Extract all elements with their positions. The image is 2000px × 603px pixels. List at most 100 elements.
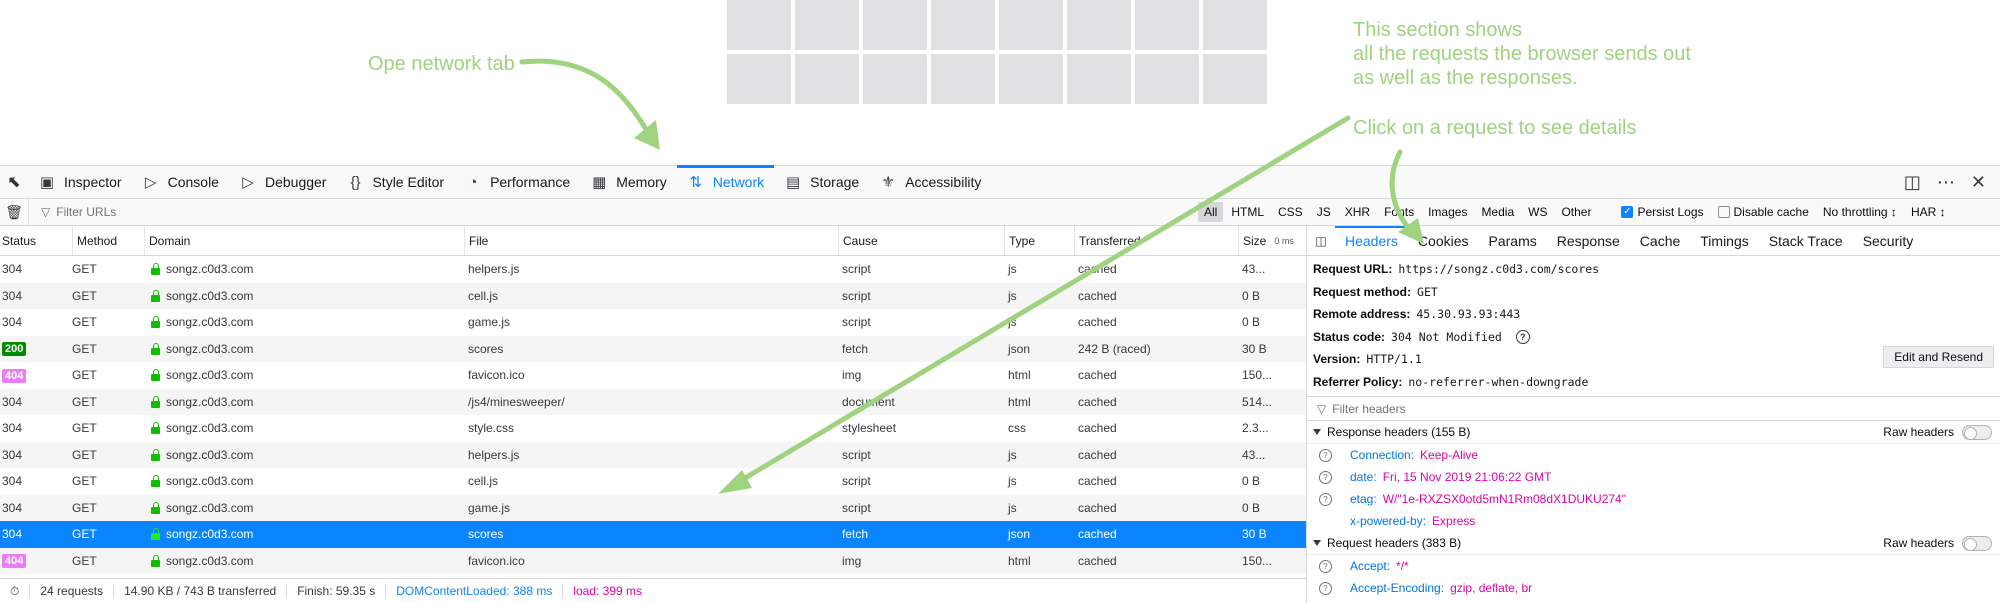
details-tab-cookies[interactable]: Cookies: [1408, 226, 1479, 255]
col-method[interactable]: Method: [72, 226, 144, 255]
tab-storage[interactable]: ▤ Storage: [774, 166, 869, 198]
status-cell: 304: [0, 289, 72, 303]
details-tab-stack-trace[interactable]: Stack Trace: [1759, 226, 1853, 255]
details-tab-cache[interactable]: Cache: [1630, 226, 1690, 255]
responsive-mode-icon[interactable]: ◫: [1904, 172, 1921, 193]
table-row[interactable]: 304 GET songz.c0d3.com cell.js script js cache…: [0, 282, 1306, 309]
table-row[interactable]: 304 GET songz.c0d3.com game.js script js cache…: [0, 309, 1306, 336]
table-row[interactable]: 304 GET songz.c0d3.com cell.js script js cache…: [0, 468, 1306, 495]
header-row[interactable]: ? etag: W/"1e-RXZSX0otd5mN1Rm08dX1DUKU274": [1307, 488, 2000, 510]
file-cell: cell.js: [468, 288, 499, 303]
type-filter-buttons: All HTML CSS JS XHR Fonts Images Media W…: [1198, 202, 1597, 222]
table-row[interactable]: 304 GET songz.c0d3.com style.css stylesheet c…: [0, 415, 1306, 442]
raw-headers-toggle[interactable]: [1962, 535, 1992, 551]
tab-inspector[interactable]: ▣ Inspector: [28, 166, 132, 198]
tab-label: Debugger: [264, 174, 327, 190]
element-picker-icon[interactable]: ⬉: [0, 166, 28, 198]
header-row[interactable]: ? Accept: */*: [1307, 555, 2000, 577]
details-tab-security[interactable]: Security: [1853, 226, 1924, 255]
details-tab-response[interactable]: Response: [1547, 226, 1630, 255]
remote-address-label: Remote address:: [1313, 307, 1411, 322]
request-headers-section[interactable]: Request headers (383 B) Raw headers: [1307, 532, 2000, 555]
tab-memory[interactable]: ▦ Memory: [580, 166, 677, 198]
header-row[interactable]: ? Connection: Keep-Alive: [1307, 444, 2000, 466]
details-tab-timings[interactable]: Timings: [1690, 226, 1759, 255]
col-status[interactable]: Status: [0, 226, 72, 255]
har-menu[interactable]: HAR ↕: [1911, 205, 1946, 219]
more-options-icon[interactable]: ⋯: [1937, 172, 1955, 193]
filter-headers-input[interactable]: ▽ Filter headers: [1307, 396, 2000, 421]
arrowhead-network: [634, 120, 660, 150]
close-icon[interactable]: ✕: [1971, 172, 1986, 193]
col-domain[interactable]: Domain: [144, 226, 464, 255]
persist-logs-checkbox[interactable]: ✓ Persist Logs: [1621, 205, 1704, 219]
details-tab-params[interactable]: Params: [1479, 226, 1547, 255]
help-icon[interactable]: ?: [1319, 448, 1332, 462]
header-row[interactable]: ? date: Fri, 15 Nov 2019 21:06:22 GMT: [1307, 466, 2000, 488]
domain-cell: songz.c0d3.com: [72, 262, 464, 276]
filter-css[interactable]: CSS: [1272, 202, 1309, 222]
header-row[interactable]: ? Accept-Encoding: gzip, deflate, br: [1307, 577, 2000, 599]
help-icon[interactable]: ?: [1319, 581, 1332, 595]
col-type[interactable]: Type: [1004, 226, 1074, 255]
toggle-sidebar-icon[interactable]: ◫: [1307, 226, 1335, 255]
col-cause[interactable]: Cause: [838, 226, 1004, 255]
type-cell: html: [1008, 394, 1031, 409]
filter-html[interactable]: HTML: [1225, 202, 1270, 222]
disable-cache-checkbox[interactable]: Disable cache: [1717, 205, 1809, 219]
col-file[interactable]: File: [464, 226, 838, 255]
edit-and-resend-button[interactable]: Edit and Resend: [1883, 346, 1994, 368]
filter-urls-input[interactable]: ▽ Filter URLs: [28, 199, 1158, 225]
tab-console[interactable]: ▷ Console: [132, 166, 229, 198]
tab-accessibility[interactable]: ⚜ Accessibility: [869, 166, 991, 198]
throttling-select[interactable]: No throttling ↕: [1823, 205, 1897, 219]
filter-xhr[interactable]: XHR: [1339, 202, 1376, 222]
tab-performance[interactable]: ◔ Performance: [454, 166, 580, 198]
checkbox-empty-icon: [1717, 206, 1730, 218]
domain-cell: songz.c0d3.com: [72, 368, 464, 382]
tab-debugger[interactable]: ▷ Debugger: [229, 166, 337, 198]
transferred-total: 14.90 KB / 743 B transferred: [113, 584, 286, 598]
clear-trash-icon[interactable]: 🗑: [0, 204, 28, 221]
table-row[interactable]: 304 GET songz.c0d3.com scores fetch json cache…: [0, 521, 1306, 548]
header-name: Accept:: [1350, 559, 1391, 573]
raw-headers-toggle[interactable]: [1962, 424, 1992, 440]
table-row[interactable]: 304 GET songz.c0d3.com helpers.js script js ca…: [0, 441, 1306, 468]
help-icon[interactable]: ?: [1319, 470, 1332, 484]
status-badge: 404: [2, 368, 27, 383]
header-row[interactable]: ?Accept-Language:en-US,en;q=0.5: [1307, 599, 2000, 603]
raw-headers-label: Raw headers: [1883, 425, 1954, 439]
file-cell: helpers.js: [468, 447, 520, 462]
file-cell: scores: [468, 527, 504, 542]
raw-headers-label: Raw headers: [1883, 536, 1954, 550]
details-tab-headers[interactable]: Headers: [1335, 226, 1408, 255]
col-transferred[interactable]: Transferred: [1074, 226, 1238, 255]
table-row[interactable]: 404 GET songz.c0d3.com favicon.ico img html ca…: [0, 362, 1306, 389]
help-icon[interactable]: ?: [1319, 559, 1332, 573]
table-row[interactable]: 304 GET songz.c0d3.com helpers.js script js ca…: [0, 256, 1306, 283]
table-row[interactable]: 304 GET songz.c0d3.com game.js script js cache…: [0, 494, 1306, 521]
domain-text: songz.c0d3.com: [166, 288, 254, 303]
table-row[interactable]: 304 GET songz.c0d3.com/js4/minesweeper/doc…: [0, 388, 1306, 415]
response-headers-section[interactable]: Response headers (155 B) Raw headers: [1307, 421, 2000, 444]
header-row[interactable]: x-powered-by: Express: [1307, 510, 2000, 532]
filter-other[interactable]: Other: [1555, 202, 1597, 222]
filter-js[interactable]: JS: [1311, 202, 1337, 222]
table-row[interactable]: 200 GET songz.c0d3.com scores fetch json 242 B…: [0, 335, 1306, 362]
tab-network[interactable]: ⇅ Network: [676, 165, 775, 198]
help-icon[interactable]: ?: [1319, 492, 1332, 506]
tab-style-editor[interactable]: {} Style Editor: [336, 166, 454, 198]
domain-text: songz.c0d3.com: [166, 500, 254, 515]
table-row[interactable]: 404 GET songz.c0d3.com favicon.ico img html ca…: [0, 547, 1306, 574]
col-size[interactable]: Size 0 ms: [1238, 226, 1306, 255]
request-table: Status Method Domain File Cause Type Tra…: [0, 226, 1306, 576]
status-cell: 304: [0, 421, 72, 435]
filter-fonts[interactable]: Fonts: [1378, 202, 1420, 222]
filter-ws[interactable]: WS: [1522, 202, 1553, 222]
filter-all[interactable]: All: [1198, 202, 1224, 222]
filter-media[interactable]: Media: [1475, 202, 1520, 222]
header-name: etag:: [1350, 492, 1377, 506]
help-icon[interactable]: ?: [1515, 329, 1530, 344]
stopwatch-icon[interactable]: ⏱: [0, 584, 29, 599]
filter-images[interactable]: Images: [1422, 202, 1473, 222]
